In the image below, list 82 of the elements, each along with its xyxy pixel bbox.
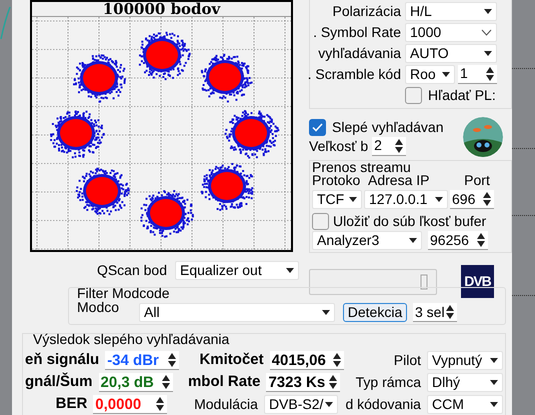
spin-box[interactable]: 696 [450,190,494,209]
caret-icon [442,72,450,76]
checkbox-label: Slepé vyhľadávan [332,118,444,137]
spin-arrows-icon [476,232,486,248]
caret-icon [349,197,357,202]
detect-button[interactable]: Detekcia [343,303,407,322]
field-label: Modco [77,300,120,315]
spin-arrows-icon [485,66,495,82]
dropdown[interactable]: H/L [405,2,497,20]
caret-icon [409,238,417,243]
spin-arrows-icon [167,352,178,368]
field-label: vyhľadávania [317,44,402,63]
spin-box[interactable]: 96256 [428,231,488,250]
dropdown[interactable]: Dlhý [427,373,503,392]
caret-icon [322,310,330,315]
column-label: Port [463,173,491,188]
spin-arrows-icon [482,191,492,207]
spin-box[interactable]: 1 [458,64,497,84]
field-label: . Scramble kód [306,64,402,84]
spin-arrows-icon [445,304,455,320]
caret-icon [325,402,334,407]
field-label: Veľkosť b [309,136,368,156]
check-icon [312,122,323,132]
caret-icon [435,197,443,202]
spin-arrows-icon [332,352,342,368]
spin-arrows-icon [160,374,171,390]
column-label: Protoko [312,173,360,188]
spin-box[interactable]: 0,0000 [93,395,168,414]
spin-box[interactable]: 2 [372,136,406,156]
spin-box[interactable]: 20,3 dB [98,373,173,392]
dropdown[interactable]: Roo [405,64,455,84]
checkbox-label: Hľadať PL: [428,86,496,104]
group-title: Výsledok slepého vyhľadávania [32,332,230,346]
caret-icon [484,50,492,56]
group-title: Prenos streamu [312,161,411,173]
field-label: . Symbol Rate [312,22,402,42]
dropdown[interactable]: 127.0.0.1 [364,190,448,209]
spin-arrows-icon [394,138,404,154]
field-label: ľkosť bufer [419,212,486,230]
logo-icon [463,117,503,157]
chevron-icon [481,28,492,36]
curve-drawing [0,6,11,40]
checkbox[interactable] [405,86,422,104]
spin-arrows-icon [155,396,166,412]
dropdown[interactable]: All [139,303,335,322]
field-label: Kmitočet [198,350,265,370]
field-label: BER [54,394,88,414]
group-title: Filter Modcode [77,286,171,300]
dropdown[interactable]: CCM [426,395,503,414]
dropdown[interactable]: AUTO [405,44,497,62]
spin-box[interactable]: 7323 Ks [266,373,340,392]
field-label: d kódovania [344,395,422,414]
dropdown[interactable]: 1000 [405,22,497,42]
field-label: QScan bod [96,261,167,280]
field-label: Pilot [392,351,422,370]
spin-arrows-icon [328,374,338,390]
checkbox-label: Uložiť do súb [333,212,416,230]
caret-icon [490,402,498,407]
dropdown[interactable]: Vypnutý [427,351,503,370]
checkbox[interactable] [312,212,329,230]
caret-icon [490,380,498,385]
dvb-logo: DVB [461,265,494,298]
dropdown[interactable]: DVB-S2/ [264,395,338,414]
field-label: eň signálu [25,350,100,370]
caret-icon [490,358,498,363]
dropdown[interactable]: Equalizer out [175,261,299,280]
spin-box[interactable]: -34 dBr [105,351,180,370]
field-label: Modulácia [193,395,259,414]
checkbox[interactable] [309,118,326,136]
plot-title: 100000 bodov [102,2,220,16]
field-label: mbol Rate [186,372,262,392]
field-label: Polarizácia [332,2,402,20]
caret-icon [484,8,492,14]
spin-box[interactable]: 3 sel [413,303,457,322]
dropdown[interactable]: TCF [312,190,362,209]
column-label: Adresa IP [368,173,430,188]
segment-digit-icon [420,274,428,290]
field-label: Typ rámca [354,373,422,392]
caret-icon [286,268,294,273]
spin-box[interactable]: 4015,06 [270,351,344,370]
dropdown[interactable]: Analyzer3 [312,231,422,250]
field-label: gnál/Šum [25,372,94,392]
